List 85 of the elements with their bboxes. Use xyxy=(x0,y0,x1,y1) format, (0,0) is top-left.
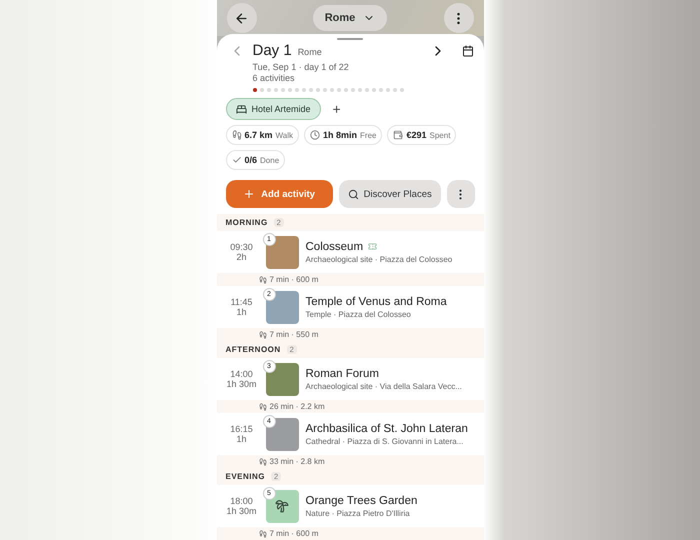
clock-icon xyxy=(310,130,320,140)
day-dot[interactable] xyxy=(386,88,390,92)
activity-meta: Nature · Piazza Pietro D'Illiria xyxy=(306,508,411,518)
day-dot[interactable] xyxy=(400,88,404,92)
day-dot[interactable] xyxy=(280,88,284,92)
activity-meta: Temple · Piazza del Colosseo xyxy=(306,310,412,318)
day-dot[interactable] xyxy=(294,88,298,92)
activity-duration: 1h 30m xyxy=(226,506,257,516)
day-dot[interactable] xyxy=(350,88,354,92)
day-dot[interactable] xyxy=(274,88,278,92)
activity-meta: Archaeological site · Via della Salara Vecc... xyxy=(306,382,462,390)
day-dot[interactable] xyxy=(336,88,340,92)
add-hotel-button[interactable]: + xyxy=(326,101,347,117)
day-date: Tue, Sep 1 · day 1 of 22 xyxy=(252,62,350,72)
footprints-icon xyxy=(258,402,266,410)
stat-label: Done xyxy=(260,156,280,164)
bed-icon xyxy=(236,104,246,114)
day-dot[interactable] xyxy=(308,88,312,92)
footprints-icon xyxy=(232,130,242,140)
activity-meta: Cathedral · Piazza di S. Giovanni in Latera... xyxy=(306,436,464,446)
activity-meta: Archaeological site · Piazza del Colosseo xyxy=(306,254,452,264)
day-title: Day 1 xyxy=(252,42,292,59)
day-dot[interactable] xyxy=(260,88,264,92)
city-dropdown[interactable]: Rome xyxy=(312,5,388,31)
activity-name: Colosseum xyxy=(306,240,364,252)
stat-label: Free xyxy=(360,130,376,140)
activity-duration: 1h xyxy=(236,434,246,444)
wallet-icon xyxy=(393,130,404,140)
day-dot[interactable] xyxy=(364,88,368,92)
day-dot[interactable] xyxy=(330,88,334,92)
hotel-chip[interactable]: Hotel Artemide xyxy=(226,98,321,120)
activity-count: 6 activities xyxy=(252,73,296,83)
stat-label: Walk xyxy=(276,130,294,140)
activity-duration: 2h xyxy=(236,252,246,262)
plus-icon xyxy=(243,188,256,200)
day-dot[interactable] xyxy=(252,88,256,92)
day-dot[interactable] xyxy=(372,88,376,92)
activity-time: 09:30 xyxy=(230,242,253,252)
section-title: EVENING xyxy=(226,472,266,481)
more-actions-button[interactable] xyxy=(446,180,474,208)
activity-name: Temple of Venus and Roma xyxy=(306,296,447,308)
section-title: AFTERNOON xyxy=(226,345,281,354)
transit-info: 26 min · 2.2 km xyxy=(270,402,325,411)
footprints-icon xyxy=(258,530,266,538)
stat-value: 6.7 km xyxy=(244,130,273,140)
day-dot[interactable] xyxy=(316,88,320,92)
footprints-icon xyxy=(258,276,266,284)
back-button[interactable] xyxy=(226,3,256,33)
transit-info: 7 min · 600 m xyxy=(270,275,318,284)
activity-name: Archbasilica of St. John Lateran xyxy=(306,422,468,434)
discover-places-button[interactable]: Discover Places xyxy=(338,180,441,208)
activity-name: Orange Trees Garden xyxy=(306,494,418,506)
activity-time: 14:00 xyxy=(230,369,253,379)
stat-value: 1h 8min xyxy=(323,130,358,140)
calendar-icon xyxy=(462,45,474,57)
day-dot[interactable] xyxy=(288,88,292,92)
day-dot[interactable] xyxy=(322,88,326,92)
section-title: MORNING xyxy=(226,218,268,227)
activity-time: 11:45 xyxy=(230,297,252,307)
activity-name: Roman Forum xyxy=(306,368,379,380)
back-icon xyxy=(234,10,249,26)
footprints-icon xyxy=(258,330,266,338)
day-dot[interactable] xyxy=(266,88,270,92)
day-dot[interactable] xyxy=(358,88,362,92)
activity-time: 16:15 xyxy=(230,424,253,434)
day-city: Rome xyxy=(298,47,322,57)
stat-value: €291 xyxy=(406,130,427,140)
transit-info: 33 min · 2.8 km xyxy=(270,457,325,466)
day-dot[interactable] xyxy=(344,88,348,92)
transit-info: 7 min · 550 m xyxy=(270,330,318,339)
day-dot[interactable] xyxy=(378,88,382,92)
activity-duration: 1h 30m xyxy=(226,379,257,389)
transit-info: 7 min · 600 m xyxy=(270,529,318,538)
activity-duration: 1h xyxy=(236,307,246,317)
check-icon xyxy=(232,155,242,165)
stat-label: Spent xyxy=(430,130,450,140)
palm-tree-icon xyxy=(275,499,289,513)
drag-handle[interactable] xyxy=(337,38,363,40)
more-button[interactable] xyxy=(444,3,474,33)
day-dot[interactable] xyxy=(392,88,396,92)
search-icon xyxy=(348,188,359,200)
footprints-icon xyxy=(258,458,266,466)
activity-time: 18:00 xyxy=(230,496,253,506)
day-dot[interactable] xyxy=(302,88,306,92)
stat-value: 0/6 xyxy=(244,155,258,165)
